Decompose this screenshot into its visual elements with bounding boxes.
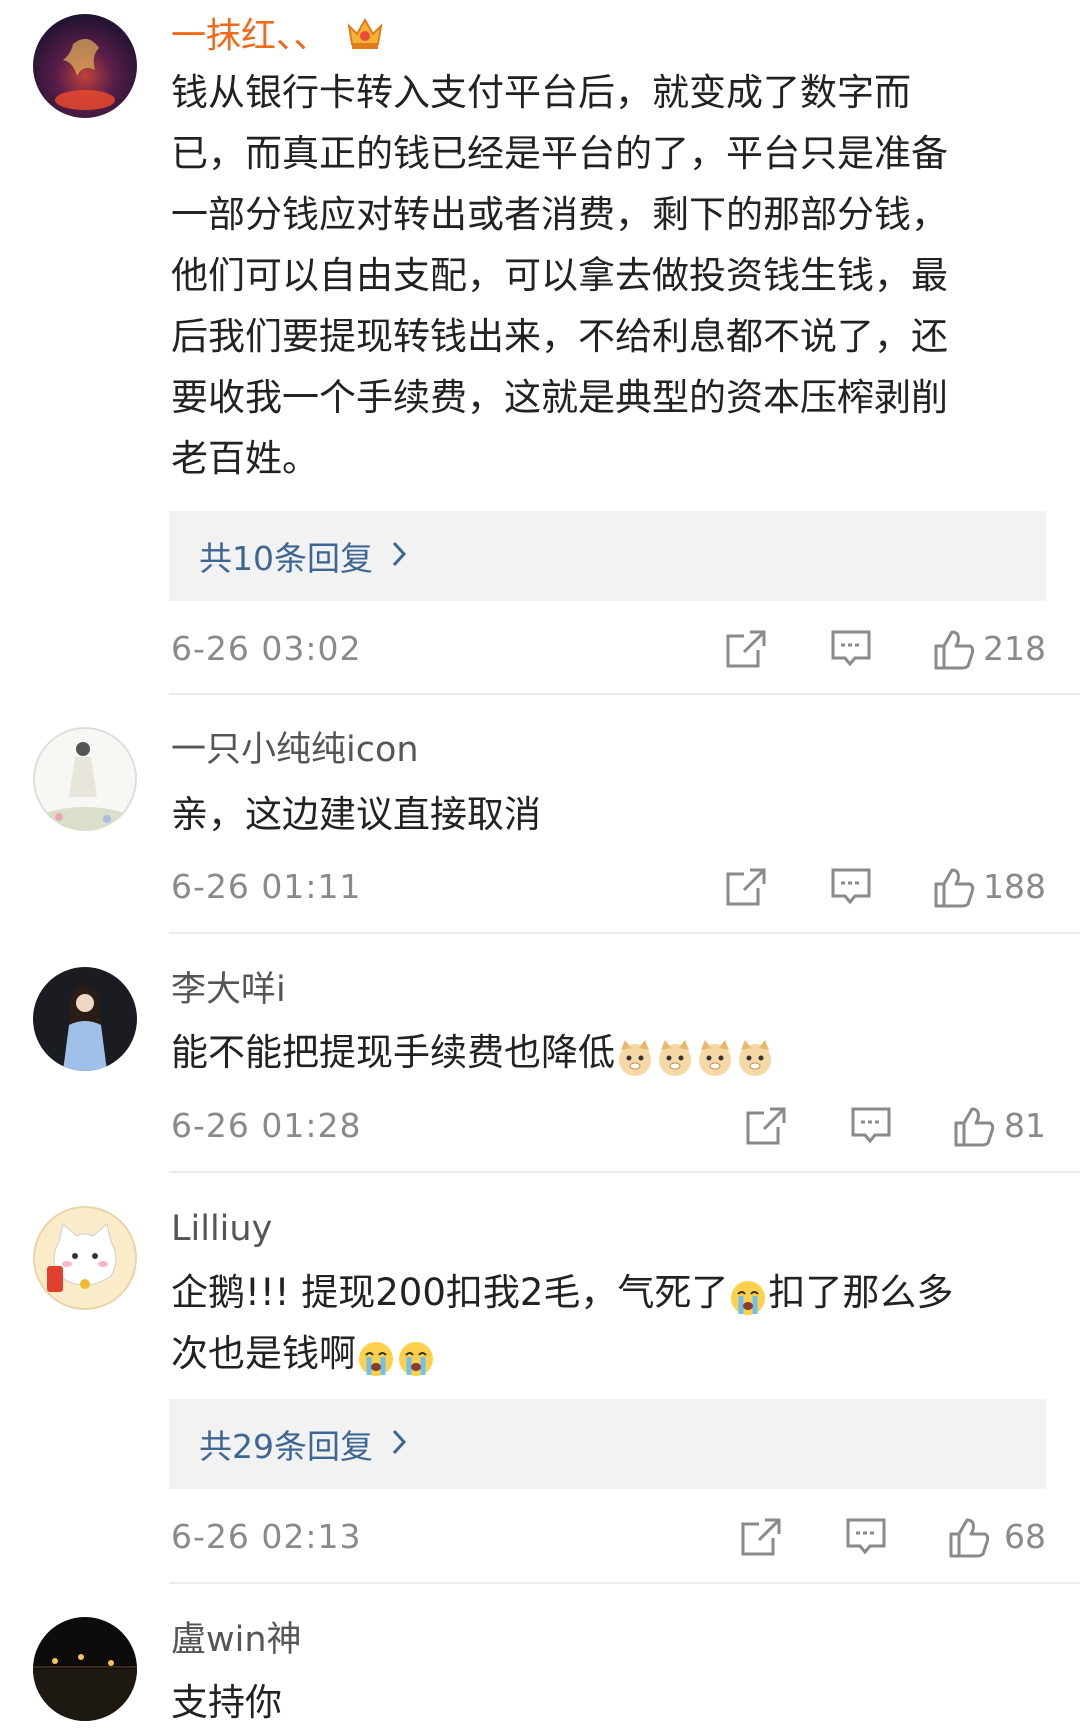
- timestamp: 6-26 02:13: [171, 1517, 362, 1556]
- username[interactable]: 李大咩i: [171, 970, 286, 1010]
- chevron-right-icon: [391, 540, 407, 572]
- username[interactable]: Lilliuy: [171, 1209, 272, 1249]
- like-icon[interactable]: [947, 1516, 991, 1558]
- comment-meta: 6-26 01:28 81: [171, 1101, 1046, 1151]
- comment-text: 支持你: [171, 1681, 282, 1724]
- doge-emoji: [655, 1035, 695, 1076]
- view-replies-button[interactable]: 共10条回复: [169, 511, 1046, 601]
- avatar[interactable]: [33, 1206, 137, 1310]
- comment-text: 钱从银行卡转入支付平台后，就变成了数字而 已，而真正的钱已经是平台的了，平台只是…: [171, 71, 948, 480]
- avatar[interactable]: [33, 727, 137, 831]
- like-icon[interactable]: [932, 628, 976, 670]
- crying-emoji: [728, 1275, 768, 1315]
- username[interactable]: 一抹红、、: [171, 17, 329, 57]
- comment-text: 企鹅!!! 提现200扣我2毛，气死了 扣了那么多 次也是钱啊: [171, 1271, 954, 1376]
- view-replies-button[interactable]: 共29条回复: [169, 1399, 1046, 1489]
- like-count: 218: [983, 629, 1046, 668]
- comment-meta: 6-26 01:11 188: [171, 862, 1046, 912]
- like-count: 188: [983, 867, 1046, 906]
- crying-emoji: [356, 1336, 396, 1376]
- comment-icon[interactable]: [844, 1516, 888, 1558]
- share-icon[interactable]: [744, 1105, 788, 1147]
- comment-text: 能不能把提现手续费也降低: [171, 1022, 1051, 1083]
- comment-meta: 6-26 03:02 218: [171, 624, 1046, 674]
- chevron-right-icon: [391, 1428, 407, 1460]
- like-icon[interactable]: [952, 1105, 996, 1147]
- username[interactable]: 一只小纯纯icon: [171, 730, 419, 770]
- doge-emoji: [695, 1035, 735, 1076]
- comment-meta: 6-26 02:13 68: [171, 1512, 1046, 1562]
- crown-icon: [345, 12, 385, 63]
- comment-text: 亲，这边建议直接取消: [171, 793, 541, 836]
- comment-icon[interactable]: [849, 1105, 893, 1147]
- replies-label: 共10条回复: [199, 539, 373, 578]
- username[interactable]: 盧win神: [171, 1620, 302, 1660]
- timestamp: 6-26 01:11: [171, 867, 362, 906]
- doge-emoji: [615, 1035, 655, 1076]
- like-count: 68: [1004, 1517, 1046, 1556]
- doge-emoji: [735, 1035, 775, 1076]
- share-icon[interactable]: [724, 866, 768, 908]
- avatar[interactable]: [33, 967, 137, 1071]
- like-count: 81: [1004, 1106, 1046, 1145]
- divider: [169, 932, 1080, 934]
- replies-label: 共29条回复: [199, 1427, 373, 1466]
- avatar[interactable]: [33, 14, 137, 118]
- comment-icon[interactable]: [829, 628, 873, 670]
- avatar[interactable]: [33, 1617, 137, 1721]
- timestamp: 6-26 01:28: [171, 1106, 362, 1145]
- divider: [169, 693, 1080, 695]
- share-icon[interactable]: [724, 628, 768, 670]
- timestamp: 6-26 03:02: [171, 629, 362, 668]
- like-icon[interactable]: [932, 866, 976, 908]
- comment-icon[interactable]: [829, 866, 873, 908]
- share-icon[interactable]: [739, 1516, 783, 1558]
- divider: [169, 1582, 1080, 1584]
- crying-emoji: [396, 1336, 436, 1376]
- divider: [169, 1171, 1080, 1173]
